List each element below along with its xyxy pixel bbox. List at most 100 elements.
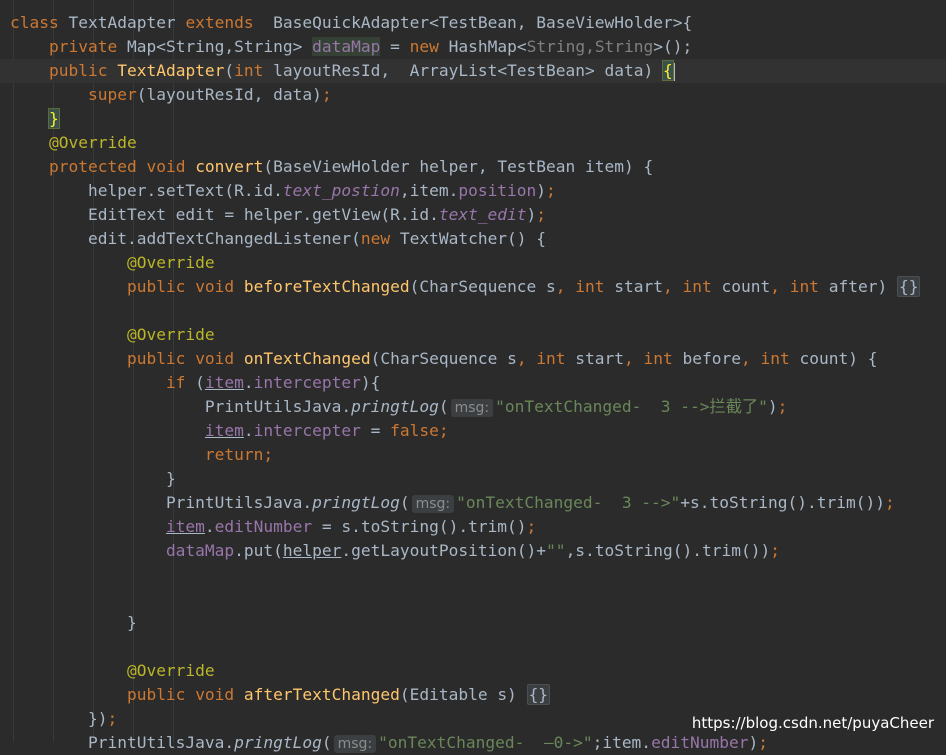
- code-line-14[interactable]: public void onTextChanged(CharSequence s…: [10, 347, 878, 371]
- code-line-2[interactable]: private Map<String,String> dataMap = new…: [10, 35, 692, 59]
- code-line-4[interactable]: super(layoutResId, data);: [10, 83, 332, 107]
- code-text: .: [243, 421, 254, 440]
- code-text: start: [565, 349, 625, 368]
- captured-variable: item: [204, 421, 244, 440]
- code-line-6[interactable]: @Override: [10, 131, 137, 155]
- code-text: ,s.toString().trim()): [565, 541, 771, 560]
- code-text: before: [672, 349, 742, 368]
- keyword: ,: [555, 277, 566, 296]
- annotation: @Override: [126, 661, 215, 680]
- code-text: = s.toString().trim(): [312, 517, 527, 536]
- code-text: .: [204, 517, 215, 536]
- code-text: edit.addTextChangedListener(: [87, 229, 361, 248]
- watermark-text: https://blog.csdn.net/puyaCheer: [691, 714, 934, 732]
- keyword: ;: [884, 493, 895, 512]
- field-reference: intercepter: [253, 373, 361, 392]
- code-line-20[interactable]: PrintUtilsJava.pringtLog(msg: "onTextChan…: [10, 491, 895, 515]
- code-line-15[interactable]: if (item.intercepter){: [10, 371, 380, 395]
- code-text: =: [360, 421, 391, 440]
- code-line-9[interactable]: EditText edit = helper.getView(R.id.text…: [10, 203, 546, 227]
- code-line-8[interactable]: helper.setText(R.id.text_postion,item.po…: [10, 179, 556, 203]
- code-line-23[interactable]: }: [10, 611, 137, 635]
- code-line-10[interactable]: edit.addTextChangedListener(new TextWatc…: [10, 227, 546, 251]
- code-text: +s.toString().trim()): [680, 493, 885, 512]
- code-text: (: [224, 61, 235, 80]
- code-text: (: [438, 397, 449, 416]
- code-text: BaseQuickAdapter<TestBean, BaseViewHolde…: [253, 13, 693, 32]
- code-line-16[interactable]: PrintUtilsJava.pringtLog(msg: "onTextChan…: [10, 395, 787, 419]
- field-reference: position: [458, 181, 537, 200]
- code-line-17[interactable]: item.intercepter = false;: [10, 419, 449, 443]
- method-declaration: TextAdapter: [117, 61, 225, 80]
- code-text: ;item.: [592, 733, 652, 752]
- keyword: int: [760, 349, 790, 368]
- code-line-18[interactable]: return;: [10, 443, 273, 467]
- code-line-11[interactable]: @Override: [10, 251, 215, 275]
- keyword: ;: [758, 733, 769, 752]
- method-declaration: convert: [195, 157, 264, 176]
- keyword: ;: [770, 541, 780, 560]
- code-line-25[interactable]: public void afterTextChanged(Editable s)…: [10, 683, 551, 707]
- parameter-hint: msg:: [333, 735, 377, 753]
- code-text: =: [380, 37, 410, 56]
- keyword: extends: [185, 13, 254, 32]
- keyword: if: [165, 373, 186, 392]
- code-line-27[interactable]: PrintUtilsJava.pringtLog(msg: "onTextChan…: [10, 731, 768, 755]
- code-line-19[interactable]: }: [10, 467, 176, 491]
- code-text: ): [767, 397, 778, 416]
- method-declaration: beforeTextChanged: [243, 277, 410, 296]
- code-text: layoutResId, ArrayList<TestBean> data): [263, 61, 663, 80]
- code-line-12[interactable]: public void beforeTextChanged(CharSequen…: [10, 275, 921, 299]
- keyword: int: [682, 277, 712, 296]
- code-line-24[interactable]: @Override: [10, 659, 215, 683]
- keyword: void: [146, 157, 186, 176]
- code-line-5[interactable]: }: [10, 107, 60, 131]
- code-text: ): [536, 181, 547, 200]
- code-text: count) {: [789, 349, 878, 368]
- annotation: @Override: [48, 133, 137, 152]
- code-line-21[interactable]: item.editNumber = s.toString().trim();: [10, 515, 536, 539]
- code-line-22[interactable]: dataMap.put(helper.getLayoutPosition()+"…: [10, 539, 780, 563]
- keyword: ;: [526, 517, 537, 536]
- method-declaration: afterTextChanged: [243, 685, 400, 704]
- code-text: TextAdapter: [58, 13, 186, 32]
- static-field: text_edit: [438, 205, 527, 224]
- keyword: false;: [390, 421, 449, 440]
- captured-variable: helper: [282, 541, 342, 560]
- code-line-1[interactable]: class TextAdapter extends BaseQuickAdapt…: [10, 11, 692, 35]
- code-line-3[interactable]: public TextAdapter(int layoutResId, Arra…: [0, 59, 946, 83]
- keyword: int: [575, 277, 605, 296]
- code-text: (CharSequence s: [370, 349, 517, 368]
- keyword: void: [195, 277, 235, 296]
- code-text: (: [399, 493, 410, 512]
- keyword: public: [48, 61, 108, 80]
- folded-block[interactable]: {}: [526, 684, 551, 705]
- code-text: PrintUtilsJava.: [204, 397, 352, 416]
- keyword: new: [360, 229, 391, 248]
- text-cursor: [672, 62, 675, 81]
- code-editor[interactable]: class TextAdapter extends BaseQuickAdapt…: [0, 0, 946, 753]
- code-line-7[interactable]: protected void convert(BaseViewHolder he…: [10, 155, 653, 179]
- code-text: .put(: [234, 541, 283, 560]
- code-text: EditText edit = helper.getView(R.id.: [87, 205, 439, 224]
- code-line-26[interactable]: });: [10, 707, 117, 731]
- code-text: after): [819, 277, 897, 296]
- code-text: }): [87, 709, 108, 728]
- static-method: pringtLog: [234, 733, 322, 752]
- code-text: >();: [653, 37, 693, 56]
- static-method: pringtLog: [312, 493, 400, 512]
- code-line-13[interactable]: @Override: [10, 323, 215, 347]
- code-text: helper.setText(R.id.: [87, 181, 283, 200]
- keyword: int: [789, 277, 820, 296]
- code-text: (Editable s): [399, 685, 527, 704]
- code-text: start: [604, 277, 664, 296]
- folded-block[interactable]: {}: [896, 276, 921, 297]
- keyword: public: [126, 277, 186, 296]
- code-text: (layoutResId, data): [136, 85, 322, 104]
